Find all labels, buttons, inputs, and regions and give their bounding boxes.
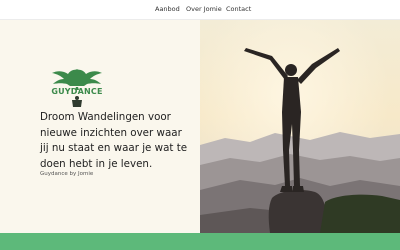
bottom-band xyxy=(0,233,400,250)
logo-text: GUYDANCE xyxy=(51,87,103,96)
hero-byline: Guydance by Jomie xyxy=(40,171,94,177)
mountain-person-icon xyxy=(200,20,400,233)
top-navigation: Aanbod Over Jomie Contact xyxy=(0,0,400,20)
guydance-logo-icon[interactable] xyxy=(46,63,108,108)
hero-image xyxy=(200,20,400,233)
nav-link-over-jomie[interactable]: Over Jomie xyxy=(186,5,222,13)
nav-link-aanbod[interactable]: Aanbod xyxy=(155,5,180,13)
hero-headline: Droom Wandelingen voor nieuwe inzichten … xyxy=(40,111,188,170)
nav-link-contact[interactable]: Contact xyxy=(226,5,251,13)
